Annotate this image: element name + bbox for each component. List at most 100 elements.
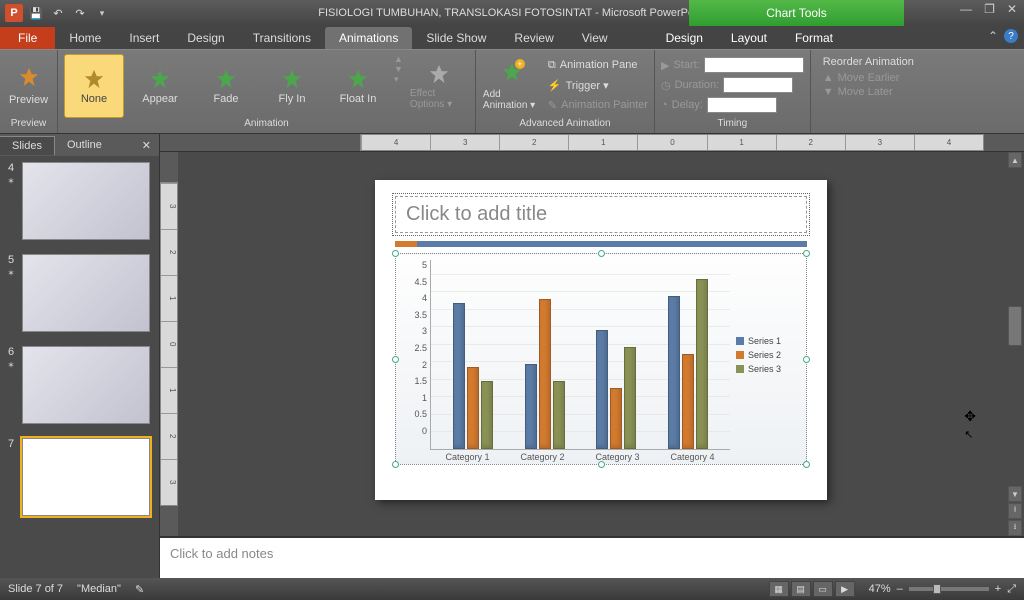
title-bar: P 💾 ↶ ↷ ▾ FISIOLOGI TUMBUHAN, TRANSLOKAS…	[0, 0, 1024, 26]
anim-indicator-icon: ✶	[7, 176, 15, 187]
normal-view-icon[interactable]: ▦	[769, 581, 789, 597]
add-animation-button[interactable]: + Add Animation ▾	[482, 54, 542, 118]
tab-slideshow[interactable]: Slide Show	[412, 27, 500, 49]
slide-canvas[interactable]: Click to add title 00.511.522.533.544.55…	[178, 152, 1024, 536]
scroll-thumb[interactable]	[1008, 306, 1022, 346]
tab-chart-layout[interactable]: Layout	[717, 27, 781, 49]
move-earlier-button[interactable]: ▲Move Earlier	[823, 72, 914, 84]
tab-insert[interactable]: Insert	[115, 27, 173, 49]
trigger-button[interactable]: ⚡Trigger ▾	[548, 76, 648, 94]
effect-options-button[interactable]: Effect Options ▾	[409, 54, 469, 118]
outline-tab[interactable]: Outline	[55, 136, 114, 154]
help-icon[interactable]: ?	[1004, 29, 1018, 43]
delay-label: Delay:	[672, 99, 703, 111]
horizontal-ruler: 432101234	[160, 134, 1024, 152]
tab-design[interactable]: Design	[173, 27, 238, 49]
move-later-button[interactable]: ▼Move Later	[823, 86, 914, 98]
clock-icon: ◷	[661, 79, 671, 92]
slide-thumb-5[interactable]: 5✶	[4, 254, 155, 332]
next-slide-icon[interactable]: ⭳	[1008, 520, 1022, 536]
maximize-button[interactable]: ❐	[981, 2, 998, 16]
zoom-slider[interactable]	[909, 587, 989, 591]
reading-view-icon[interactable]: ▭	[813, 581, 833, 597]
zoom-slider-thumb[interactable]	[933, 584, 941, 594]
group-timing-label: Timing	[718, 118, 748, 132]
redo-icon[interactable]: ↷	[70, 3, 90, 23]
chart-object[interactable]: 00.511.522.533.544.55 Series 1Series 2Se…	[395, 253, 807, 465]
slide-thumb-4[interactable]: 4✶	[4, 162, 155, 240]
chart-plot-area[interactable]: 00.511.522.533.544.55 Series 1Series 2Se…	[402, 260, 800, 450]
animation-appear[interactable]: Appear	[130, 54, 190, 118]
slideshow-view-icon[interactable]: ▶	[835, 581, 855, 597]
tab-chart-format[interactable]: Format	[781, 27, 847, 49]
thumb-number: 7	[8, 438, 14, 450]
delay-input[interactable]	[707, 97, 777, 113]
anim-indicator-icon: ✶	[7, 268, 15, 279]
tab-transitions[interactable]: Transitions	[239, 27, 325, 49]
painter-icon: ✎	[548, 99, 557, 112]
ribbon: Preview Preview None Appear Fade Fly In	[0, 49, 1024, 134]
slide-thumb-6[interactable]: 6✶	[4, 346, 155, 424]
slide-editor: 432101234 3210123 Click to add title	[160, 134, 1024, 578]
prev-slide-icon[interactable]: ⭱	[1008, 503, 1022, 519]
start-input[interactable]	[704, 57, 804, 73]
fit-to-window-button[interactable]: ⤢	[1007, 583, 1016, 596]
scroll-down-icon[interactable]: ▼	[1008, 486, 1022, 502]
minimize-ribbon-icon[interactable]: ⌃	[988, 29, 998, 43]
sorter-view-icon[interactable]: ▤	[791, 581, 811, 597]
notes-pane[interactable]: Click to add notes	[160, 536, 1024, 578]
tab-review[interactable]: Review	[500, 27, 567, 49]
animation-floatin[interactable]: Float In	[328, 54, 388, 118]
preview-star-icon	[18, 66, 40, 91]
zoom-in-button[interactable]: +	[995, 583, 1001, 595]
move-later-label: Move Later	[838, 86, 893, 98]
pane-icon: ⧉	[548, 59, 556, 72]
duration-input[interactable]	[723, 77, 793, 93]
chevron-up-icon: ▲	[823, 72, 834, 84]
tab-view[interactable]: View	[568, 27, 622, 49]
accent-strip	[395, 241, 807, 247]
tab-home[interactable]: Home	[55, 27, 115, 49]
star-icon	[347, 68, 369, 90]
close-button[interactable]: ✕	[1004, 2, 1020, 16]
undo-icon[interactable]: ↶	[48, 3, 68, 23]
animation-painter-label: Animation Painter	[561, 99, 648, 111]
group-advanced-label: Advanced Animation	[519, 118, 610, 132]
animation-painter-button[interactable]: ✎ Animation Painter	[548, 96, 648, 114]
ribbon-tabs: File Home Insert Design Transitions Anim…	[0, 26, 1024, 49]
tab-chart-design[interactable]: Design	[652, 27, 717, 49]
view-buttons: ▦ ▤ ▭ ▶	[769, 581, 855, 597]
qat-dropdown-icon[interactable]: ▾	[92, 3, 112, 23]
star-icon	[215, 68, 237, 90]
animation-none[interactable]: None	[64, 54, 124, 118]
zoom-percent[interactable]: 47%	[869, 583, 891, 595]
zoom-out-button[interactable]: –	[897, 583, 903, 595]
animation-gallery-more[interactable]: ▲▼▾	[394, 54, 403, 85]
title-placeholder[interactable]: Click to add title	[395, 196, 807, 233]
slide[interactable]: Click to add title 00.511.522.533.544.55…	[375, 180, 827, 500]
quick-access-toolbar: P 💾 ↶ ↷ ▾	[0, 3, 112, 23]
add-animation-label: Add Animation ▾	[483, 89, 541, 111]
animation-pane-button[interactable]: ⧉Animation Pane	[548, 56, 648, 74]
powerpoint-icon[interactable]: P	[4, 3, 24, 23]
slide-thumb-7[interactable]: 7	[4, 438, 155, 516]
save-icon[interactable]: 💾	[26, 3, 46, 23]
reorder-header: Reorder Animation	[823, 56, 914, 68]
slides-tab[interactable]: Slides	[0, 136, 55, 155]
duration-label: Duration:	[675, 79, 720, 91]
tab-animations[interactable]: Animations	[325, 27, 412, 49]
slide-thumbnails: 4✶ 5✶ 6✶ 7	[0, 156, 159, 578]
minimize-button[interactable]: —	[957, 2, 975, 16]
spellcheck-icon[interactable]: ✎	[135, 583, 144, 596]
close-panel-icon[interactable]: ✕	[134, 139, 159, 152]
move-cursor-icon: ✥↖	[964, 408, 976, 441]
animation-flyin[interactable]: Fly In	[262, 54, 322, 118]
vertical-scrollbar[interactable]: ▲ ▼ ⭱ ⭳	[1006, 152, 1024, 536]
chart-legend[interactable]: Series 1Series 2Series 3	[730, 260, 800, 450]
tab-file[interactable]: File	[0, 27, 55, 49]
animation-fade[interactable]: Fade	[196, 54, 256, 118]
group-preview-label: Preview	[11, 118, 47, 132]
chart-bars[interactable]	[430, 260, 730, 450]
scroll-up-icon[interactable]: ▲	[1008, 152, 1022, 168]
preview-button[interactable]: Preview	[0, 54, 59, 118]
